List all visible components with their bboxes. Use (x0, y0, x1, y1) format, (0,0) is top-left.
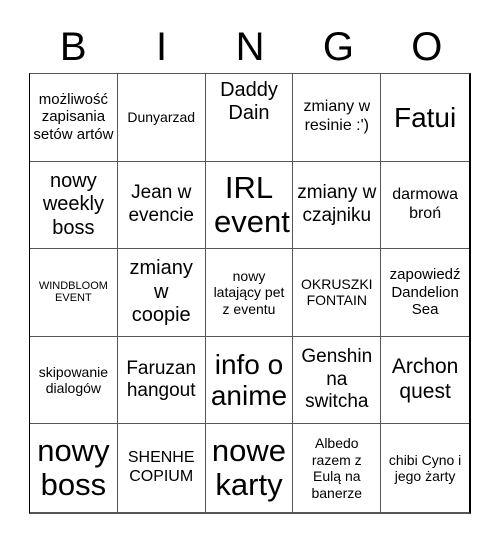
bingo-grid: możliwość zapisania setów artów Dunyarza… (29, 73, 471, 514)
bingo-cell[interactable]: Albedo razem z Eulą na banerze (293, 424, 382, 512)
bingo-cell[interactable]: zmiany w czajniku (293, 161, 382, 250)
bingo-cell[interactable]: nowy latający pet z eventu (205, 249, 294, 337)
bingo-cell[interactable]: WINDBLOOM EVENT (30, 249, 118, 337)
cell-text: info o anime (210, 348, 288, 412)
bingo-cell[interactable]: darmowa broń (381, 162, 469, 250)
header-letter-n: N (235, 25, 265, 69)
cell-text: Jean w evencie (128, 182, 194, 226)
cell-text: nowy latający pet z eventu (213, 267, 285, 317)
cell-text: darmowa broń (392, 186, 458, 222)
bingo-cell[interactable]: Daddy Dain (205, 74, 294, 162)
cell-text: zmiany w resinie :') (303, 98, 371, 135)
cell-text: OKRUSZKI FONTAIN (300, 275, 373, 309)
cell-text: zmiany w czajniku (297, 182, 377, 226)
cell-text: SHENHE COPIUM (127, 449, 195, 486)
bingo-cell[interactable]: możliwość zapisania setów artów (30, 74, 118, 162)
cell-text: chibi Cyno i jego żarty (388, 451, 462, 485)
cell-text: zapowiedź Dandelion Sea (389, 265, 461, 319)
cell-text: Daddy Dain (220, 78, 278, 125)
bingo-cell[interactable]: OKRUSZKI FONTAIN (293, 249, 382, 337)
cell-text: skipowanie dialogów (38, 363, 109, 397)
cell-text: Dunyarzad (127, 109, 196, 126)
cell-text: nowe karty (211, 433, 287, 503)
cell-text: WINDBLOOM EVENT (38, 279, 108, 305)
header-letter-o: O (411, 25, 443, 69)
bingo-cell[interactable]: nowe karty (206, 424, 294, 512)
bingo-cell[interactable]: info o anime (205, 336, 294, 425)
cell-text: nowy boss (37, 433, 110, 503)
bingo-cell[interactable]: zmiany w coopie (117, 249, 206, 337)
header-letter-i: I (156, 25, 168, 69)
cell-text: nowy weekly boss (42, 169, 104, 239)
bingo-cell[interactable]: Faruzan hangout (117, 336, 206, 425)
bingo-header: B I N G O (29, 22, 471, 72)
cell-text: Fatui (393, 101, 457, 133)
cell-text: Albedo razem z Eulą na banerze (311, 435, 363, 501)
header-letter-b: B (59, 25, 87, 69)
cell-text: możliwość zapisania setów artów (33, 90, 114, 144)
bingo-cell[interactable]: nowy weekly boss (30, 161, 118, 250)
cell-text: zmiany w coopie (129, 257, 193, 327)
bingo-cell[interactable]: skipowanie dialogów (30, 336, 118, 425)
cell-text: IRL event (213, 169, 290, 239)
bingo-cell[interactable]: Fatui (381, 74, 469, 162)
bingo-cell[interactable]: nowy boss (30, 424, 118, 512)
cell-text: Archon quest (391, 355, 459, 404)
header-letter-g: G (322, 25, 354, 69)
bingo-cell[interactable]: Dunyarzad (117, 74, 206, 162)
bingo-cell[interactable]: Archon quest (381, 337, 469, 425)
bingo-cell[interactable]: zmiany w resinie :') (293, 74, 382, 162)
bingo-cell[interactable]: Jean w evencie (117, 161, 206, 250)
bingo-cell[interactable]: Genshin na switcha (293, 336, 382, 425)
bingo-cell[interactable]: IRL event (205, 161, 294, 250)
cell-text: Faruzan hangout (126, 357, 197, 402)
cell-text: Genshin na switcha (301, 346, 373, 413)
bingo-cell[interactable]: zapowiedź Dandelion Sea (381, 249, 469, 337)
bingo-cell[interactable]: SHENHE COPIUM (118, 424, 206, 512)
bingo-cell[interactable]: chibi Cyno i jego żarty (381, 424, 469, 512)
